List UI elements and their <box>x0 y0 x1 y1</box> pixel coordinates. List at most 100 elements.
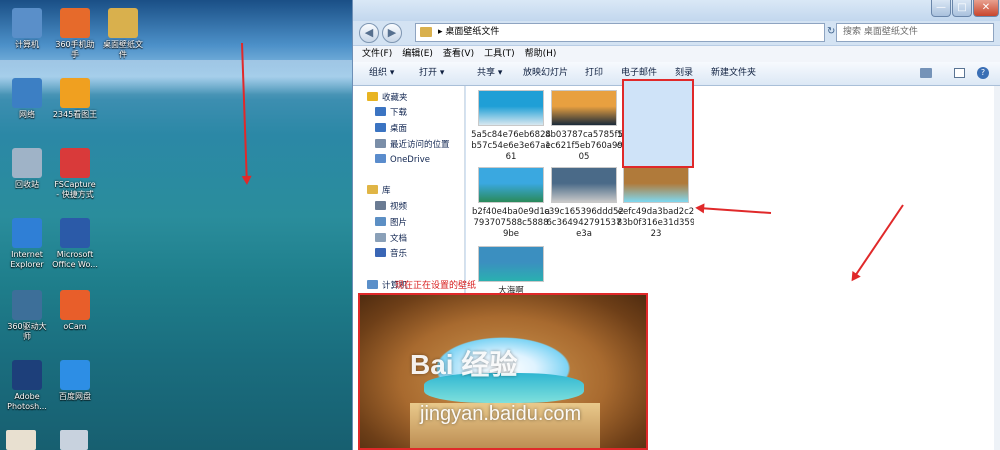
nav-item[interactable]: 音乐 <box>375 247 407 261</box>
search-input[interactable]: 搜索 桌面壁纸文件 <box>836 23 994 42</box>
image-viewer-icon <box>60 78 90 108</box>
nav-item-label: 收藏夹 <box>382 93 408 103</box>
fscapture-icon <box>60 148 90 178</box>
desktop-icon <box>375 123 386 132</box>
desktop-icon[interactable]: Microsoft Office Wo... <box>52 218 98 270</box>
maximize-button[interactable]: □ <box>952 0 972 17</box>
desktop-icon[interactable]: 360手机助手 <box>52 8 98 60</box>
library-icon <box>367 185 378 194</box>
desktop-icon-label: Microsoft Office Wo... <box>52 250 98 269</box>
desktop-icon[interactable]: 桌面壁纸文件 <box>100 8 146 60</box>
desktop-icon-label: 网络 <box>19 110 35 119</box>
menu-item[interactable]: 文件(F) <box>357 46 397 63</box>
baidu-logo: Bai 经验 <box>410 349 518 380</box>
nav-item-label: 下载 <box>390 108 408 118</box>
help-icon[interactable]: ? <box>977 67 989 79</box>
nav-item[interactable]: 视频 <box>375 200 407 214</box>
desktop-icon-label: FSCapture - 快捷方式 <box>54 180 96 199</box>
desktop-icon-label: Internet Explorer <box>10 250 44 269</box>
desktop-icon[interactable]: 回收站 <box>4 148 50 190</box>
desktop-icon[interactable]: 网络 <box>4 78 50 120</box>
nav-item-label: 桌面 <box>390 124 408 134</box>
word-icon <box>60 218 90 248</box>
picture-icon <box>375 217 386 226</box>
file-name[interactable]: c39c165396ddd526c364942791537e3a <box>544 207 624 240</box>
desktop-icon[interactable]: 360驱动大师 <box>4 290 50 342</box>
desktop-icon-label: 360手机助手 <box>55 40 95 59</box>
folder-icon <box>108 8 138 38</box>
desktop-icon-label: oCam <box>63 322 87 331</box>
nav-item[interactable]: OneDrive <box>375 153 430 167</box>
baidu-netdisk-icon <box>60 360 90 390</box>
view-options-icon[interactable] <box>920 68 932 78</box>
desktop-icon[interactable]: 计算机 <box>4 8 50 50</box>
ocam-icon <box>60 290 90 320</box>
file-thumbnail[interactable] <box>478 246 544 282</box>
desktop-icon[interactable]: 2345看图王 <box>52 78 98 120</box>
nav-item[interactable]: 文档 <box>375 232 407 246</box>
file-thumbnail[interactable] <box>478 90 544 126</box>
baidu-url: jingyan.baidu.com <box>420 403 582 425</box>
nav-item[interactable]: 下载 <box>375 106 407 120</box>
file-name[interactable]: eefc49da3bad2c283b0f316e31d35923 <box>616 207 696 240</box>
desktop-icon-label: 百度网盘 <box>59 392 91 401</box>
minimize-button[interactable]: — <box>931 0 951 17</box>
desktop-icon[interactable]: Adobe Photosh... <box>4 360 50 412</box>
preview-pane-icon[interactable] <box>954 68 965 78</box>
file-thumbnail[interactable] <box>551 167 617 203</box>
scrollbar[interactable] <box>994 86 1000 450</box>
menu-item[interactable]: 工具(T) <box>479 46 520 63</box>
file-thumbnail[interactable] <box>623 167 689 203</box>
search-placeholder: 搜索 桌面壁纸文件 <box>843 27 918 37</box>
refresh-icon[interactable]: ↻ <box>827 26 835 37</box>
wallpaper-preview-image: Bai 经验 jingyan.baidu.com <box>358 293 648 450</box>
toolbar-button[interactable]: 新建文件夹 <box>711 62 756 84</box>
back-button[interactable]: ◀ <box>359 23 379 43</box>
ie-icon <box>12 218 42 248</box>
file-name[interactable]: b2f40e4ba0e9d1a793707588c58889be <box>471 207 551 240</box>
toolbar-button[interactable]: 打印 <box>585 62 603 84</box>
nav-item[interactable]: 库 <box>367 184 391 198</box>
nav-item[interactable]: 桌面 <box>375 122 407 136</box>
download-icon <box>375 107 386 116</box>
computer-icon <box>12 8 42 38</box>
nav-item[interactable]: 收藏夹 <box>367 91 408 105</box>
nav-item-label: 图片 <box>390 218 408 228</box>
nav-item-label: OneDrive <box>390 155 430 165</box>
address-input[interactable]: ▸ 桌面壁纸文件 <box>415 23 825 42</box>
menu-item[interactable]: 编辑(E) <box>397 46 438 63</box>
recent-icon <box>375 139 386 148</box>
nav-item[interactable]: 图片 <box>375 216 407 230</box>
menu-item[interactable]: 查看(V) <box>438 46 479 63</box>
folder-icon <box>420 27 432 37</box>
file-thumbnail[interactable] <box>551 90 617 126</box>
toolbar-button[interactable]: 放映幻灯片 <box>523 62 568 84</box>
menu-bar: 文件(F) 编辑(E) 查看(V) 工具(T) 帮助(H) <box>353 45 1000 62</box>
annotation-label: 现在正在设置的壁纸 <box>395 281 477 291</box>
file-thumbnail[interactable] <box>478 167 544 203</box>
desktop-icon[interactable]: Internet Explorer <box>4 218 50 270</box>
desktop-icon-label: 360驱动大师 <box>7 322 47 341</box>
title-bar: — □ ✕ <box>353 0 1000 21</box>
toolbar-button[interactable]: 组织 ▾ <box>369 62 394 84</box>
desktop-icon[interactable]: 百度网盘 <box>52 360 98 402</box>
desktop-icon-label: 2345看图王 <box>52 110 98 119</box>
menu-item[interactable]: 帮助(H) <box>520 46 562 63</box>
toolbar-button[interactable]: 打开 ▾ <box>419 62 444 84</box>
address-bar: ◀ ▶ ▸ 桌面壁纸文件 ↻ 搜索 桌面壁纸文件 <box>353 22 1000 44</box>
desktop-icon[interactable]: FSCapture - 快捷方式 <box>52 148 98 200</box>
nav-item[interactable]: 最近访问的位置 <box>375 138 450 152</box>
file-name[interactable]: 8b03787ca5785f51c621f5eb760a9905 <box>544 130 624 163</box>
path-text: 桌面壁纸文件 <box>445 27 500 37</box>
onedrive-icon <box>375 154 386 163</box>
recycle-bin-icon <box>12 148 42 178</box>
forward-button[interactable]: ▶ <box>382 23 402 43</box>
file-name[interactable]: 5a5c84e76eb6824b57c54e6e3e67ae61 <box>471 130 551 163</box>
360-assistant-icon <box>60 8 90 38</box>
desktop-icon[interactable]: oCam <box>52 290 98 332</box>
toolbar-button[interactable]: 共享 ▾ <box>477 62 502 84</box>
close-button[interactable]: ✕ <box>973 0 999 17</box>
desktop-icon-label: 桌面壁纸文件 <box>103 40 143 59</box>
video-icon <box>375 201 386 210</box>
path-separator: ▸ <box>438 27 443 37</box>
